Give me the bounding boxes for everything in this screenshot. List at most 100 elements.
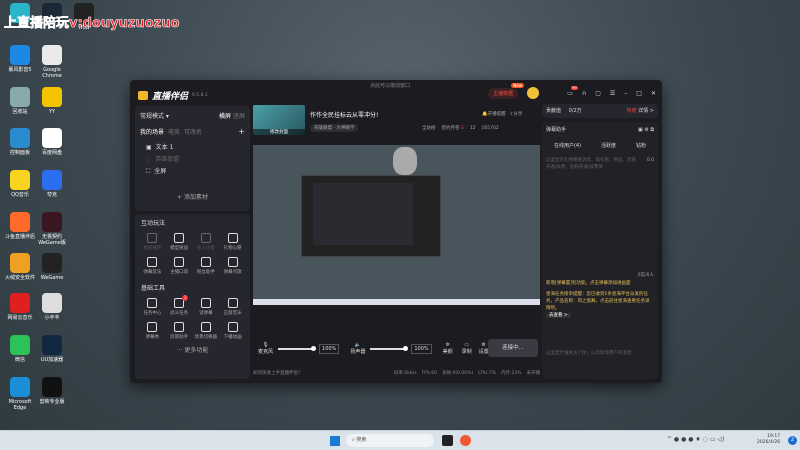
feature-icon bbox=[200, 322, 211, 332]
desktop-icon[interactable]: 剪映专业版 bbox=[36, 377, 68, 405]
menu-icon[interactable]: ☰ bbox=[610, 90, 615, 97]
tools-item[interactable]: 场景切换器 bbox=[193, 322, 220, 340]
portrait-tab[interactable]: 竖屏 bbox=[233, 113, 245, 120]
live-companion-window[interactable]: 点此可以拖动窗口 直播伴侣 6.5.8.1 主播数据 New ▭ 99 ∩ ▢ ☰ … bbox=[130, 80, 662, 383]
cover-image[interactable]: 修改封面 bbox=[253, 105, 305, 135]
share-button[interactable]: ⇪分享 bbox=[510, 111, 523, 117]
scene-tab[interactable]: 可改名 bbox=[184, 127, 202, 136]
open-remind-button[interactable]: 🔔开播提醒 bbox=[482, 111, 506, 117]
desktop-icon[interactable]: Microsoft Edge bbox=[4, 377, 36, 411]
desktop-icon[interactable]: 百度网盘 bbox=[36, 128, 68, 156]
desktop-icon-label: 小丰丰 bbox=[44, 315, 60, 321]
desktop-icon[interactable]: 无畏契约 WeGame版 bbox=[36, 212, 68, 246]
desktop-icon[interactable]: Google Chrome bbox=[36, 45, 68, 79]
status-item: 码率:0kb/s bbox=[393, 371, 417, 376]
desktop-icon[interactable]: 斗鱼直播伴侣 bbox=[4, 212, 36, 240]
speaker-volume-slider[interactable] bbox=[370, 345, 409, 351]
tools-item[interactable]: 任务中心 bbox=[139, 298, 166, 316]
interact-item[interactable]: 福利抽奖 bbox=[139, 233, 166, 251]
desktop-icon[interactable]: QQ音乐 bbox=[4, 170, 36, 198]
message-icon[interactable]: ▭ 99 bbox=[567, 85, 578, 97]
desktop-icon[interactable]: 小丰丰 bbox=[36, 293, 68, 321]
anchor-data-button[interactable]: 主播数据 New bbox=[488, 82, 525, 99]
interact-item[interactable]: 礼物心愿 bbox=[219, 233, 246, 251]
tab-online-users[interactable]: 在线用户(4) bbox=[554, 142, 581, 149]
connect-button[interactable]: 连接中... bbox=[488, 339, 538, 357]
danmu-tools-icon[interactable]: ▣ ⚙ ⧉ bbox=[638, 127, 654, 133]
scene-item[interactable]: ▣ 文本 1 bbox=[146, 142, 245, 154]
speaker-control[interactable]: 🔈 扬声器 bbox=[350, 342, 365, 355]
tools-item[interactable]: 1 武斗任务 bbox=[166, 295, 193, 316]
category-tag[interactable]: 英雄联盟 - 大神教学 bbox=[310, 124, 359, 132]
tools-item[interactable]: 弹幕秀 bbox=[139, 322, 166, 340]
mic-volume-slider[interactable] bbox=[278, 345, 317, 351]
add-material-button[interactable]: + 添加素材 bbox=[140, 192, 245, 201]
desktop-icon-label: 网易云音乐 bbox=[7, 315, 33, 321]
app-icon bbox=[10, 170, 30, 190]
notification-badge[interactable]: 2 bbox=[788, 436, 797, 445]
interact-item[interactable]: 弹幕玩法 bbox=[139, 257, 166, 275]
feature-icon bbox=[174, 322, 185, 332]
beauty-button[interactable]: ✲ 美颜 bbox=[443, 342, 453, 355]
feature-icon bbox=[174, 257, 185, 267]
app-icon bbox=[42, 253, 62, 273]
scene-item[interactable]: ⛶ 全屏 bbox=[146, 166, 245, 178]
scene-name: 全屏 bbox=[154, 168, 167, 175]
tools-item[interactable]: 读弹幕 bbox=[193, 298, 220, 316]
tab-diamond-fans[interactable]: 钻粉 bbox=[636, 142, 646, 149]
tab-activity[interactable]: 活跃度 bbox=[601, 142, 616, 149]
desktop-icon[interactable]: 回收站 bbox=[4, 87, 36, 115]
desktop-icon[interactable]: 控制面板 bbox=[4, 128, 36, 156]
stream-preview[interactable] bbox=[253, 145, 540, 305]
feature-icon bbox=[147, 298, 158, 308]
desktop-icon[interactable]: 微信 bbox=[4, 335, 36, 363]
interact-item[interactable]: 主播口袋 bbox=[166, 257, 193, 275]
tray-icons[interactable]: ^ ● ● ● ♦ ◌ ▭ ◁) bbox=[667, 436, 724, 443]
edit-cover-label: 修改封面 bbox=[253, 129, 305, 135]
desktop-icon[interactable]: 夸克 bbox=[36, 170, 68, 198]
interact-item[interactable]: 多人连麦 bbox=[193, 233, 220, 251]
live-companion-taskbar-icon[interactable] bbox=[460, 435, 471, 446]
tools-item[interactable]: 正版音乐 bbox=[219, 298, 246, 316]
tools-item[interactable]: 下播动画 bbox=[219, 322, 246, 340]
record-button[interactable]: ▭ 录制 bbox=[462, 342, 472, 355]
desktop-icon-label: 控制面板 bbox=[9, 150, 30, 156]
desktop-icon-label: Microsoft Edge bbox=[8, 399, 32, 411]
detail-link[interactable]: 详情 > bbox=[638, 108, 654, 114]
mic-volume: 100% bbox=[319, 343, 340, 354]
clock-date[interactable]: 2026/4/26 bbox=[757, 440, 780, 446]
microphone-control[interactable]: 🎙 麦克风 bbox=[258, 342, 273, 355]
minimize-icon[interactable]: – bbox=[624, 90, 627, 97]
interact-item[interactable]: 弹幕点歌 bbox=[219, 257, 246, 275]
close-icon[interactable]: ✕ bbox=[651, 90, 656, 97]
scene-tab[interactable]: 我的场景 bbox=[140, 127, 164, 136]
help-link[interactable]: 如何快速上手直播伴侣? bbox=[253, 370, 300, 376]
go-view-button[interactable]: 去查看 > bbox=[546, 313, 571, 318]
headset-icon[interactable]: ∩ bbox=[582, 90, 586, 97]
desktop-icon[interactable]: YY bbox=[36, 87, 68, 115]
more-features-button[interactable]: ··· 更多功能 bbox=[135, 345, 250, 354]
start-button[interactable] bbox=[330, 436, 340, 446]
interact-title: 互动玩法 bbox=[141, 220, 166, 227]
scene-tab[interactable]: 电竞 bbox=[168, 127, 180, 136]
maximize-icon[interactable]: □ bbox=[636, 90, 642, 97]
desktop-icon[interactable]: 暴风影音5 bbox=[4, 45, 36, 73]
desktop-icon[interactable]: WeGame bbox=[36, 253, 68, 281]
desktop-icon[interactable]: 网易云音乐 bbox=[4, 293, 36, 321]
desktop-icon[interactable]: 火绒安全软件 bbox=[4, 253, 36, 281]
landscape-tab[interactable]: 横屏 bbox=[219, 113, 231, 120]
wegame-taskbar-icon[interactable] bbox=[442, 435, 453, 446]
stream-title[interactable]: 作作全民挂标云从零冲分! bbox=[310, 110, 378, 119]
tools-item[interactable]: 房管助手 bbox=[166, 322, 193, 340]
avatar[interactable] bbox=[527, 87, 540, 99]
feedback-icon[interactable]: ▢ bbox=[595, 90, 601, 97]
add-scene-icon[interactable]: + bbox=[238, 127, 245, 136]
search-box[interactable]: ⌕ 搜索 bbox=[346, 434, 434, 447]
interact-item[interactable]: 模型挑战 bbox=[166, 233, 193, 251]
all-station-rank[interactable]: 全站榜 bbox=[422, 125, 436, 131]
desktop-icon[interactable]: UU加速器 bbox=[36, 335, 68, 363]
signed-fans[interactable]: 签约月卷 2 bbox=[442, 125, 464, 131]
mode-select[interactable]: 常规模式 ▾ bbox=[140, 111, 169, 120]
scene-item[interactable]: ◌ 英雄联盟 bbox=[146, 154, 245, 166]
interact-item[interactable]: 粉丝助手 bbox=[193, 257, 220, 275]
